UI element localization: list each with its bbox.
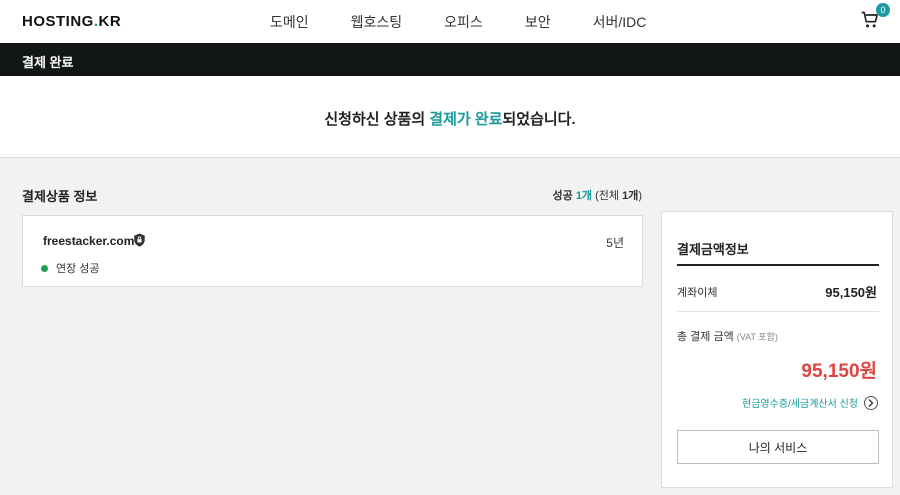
total-amount-label: 총 결제 금액 (VAT 포함) [677,328,778,344]
main-nav: 도메인 웹호스팅 오피스 보안 서버/IDC [270,0,688,43]
payment-method-amount: 95,150원 [825,285,877,300]
success-dot-icon [41,264,48,272]
logo-suffix: KR [98,13,122,30]
nav-office[interactable]: 오피스 [444,12,483,32]
cart-button[interactable]: 0 [860,3,890,34]
total-label-text: 총 결제 금액 [677,331,737,343]
payment-summary-panel: 결제금액정보 계좌이체 95,150원 총 결제 금액 (VAT 포함) 95,… [661,211,893,488]
nav-server-idc[interactable]: 서버/IDC [593,12,647,32]
payment-title-divider [677,264,879,266]
success-label: 성공 [552,190,576,202]
logo-text: HOSTING [22,13,94,30]
success-summary: 성공 1개 (전체 1개) [553,187,642,203]
payment-row-divider [677,311,879,312]
payment-info-title: 결제금액정보 [677,242,749,257]
contract-term: 5년 [606,236,624,250]
page-title: 결제 완료 [22,55,74,70]
completion-prefix: 신청하신 상품의 [324,111,430,128]
completion-message: 신청하신 상품의 결제가 완료되었습니다. [0,108,900,129]
payment-method-label: 계좌이체 [677,287,718,299]
my-service-button[interactable]: 나의 서비스 [677,430,879,464]
domain-name: freestacker.com [43,234,135,248]
completion-suffix: 되었습니다. [502,111,576,128]
total-count: 1개 [622,190,639,202]
success-count: 1개 [575,190,593,202]
total-close: ) [638,190,642,202]
receipt-link-text: 현금영수증/세금계산서 신청 [742,399,858,410]
receipt-request-link[interactable]: 현금영수증/세금계산서 신청 [742,395,878,410]
nav-web-hosting[interactable]: 웹호스팅 [351,12,403,32]
cart-count-badge: 0 [876,3,890,17]
completion-banner: 신청하신 상품의 결제가 완료되었습니다. [0,76,900,158]
chevron-right-icon [864,395,878,410]
total-amount-value: 95,150원 [801,361,877,382]
product-item-card: freestacker.com 5년 연장 성공 [22,215,643,287]
product-info-title: 결제상품 정보 [22,189,98,204]
nav-security[interactable]: 보안 [525,12,551,32]
page-title-bar: 결제 완료 [0,43,900,76]
vat-note: (VAT 포함) [736,332,778,342]
site-logo[interactable]: HOSTING.KR [22,13,121,30]
completion-highlight: 결제가 완료 [429,111,503,128]
nav-domain[interactable]: 도메인 [270,12,309,32]
total-text: (전체 [592,190,623,202]
shield-lock-icon [134,233,145,247]
top-header: HOSTING.KR 도메인 웹호스팅 오피스 보안 서버/IDC 0 [0,0,900,43]
status-text: 연장 성공 [56,263,100,275]
renewal-status: 연장 성공 [41,260,100,276]
